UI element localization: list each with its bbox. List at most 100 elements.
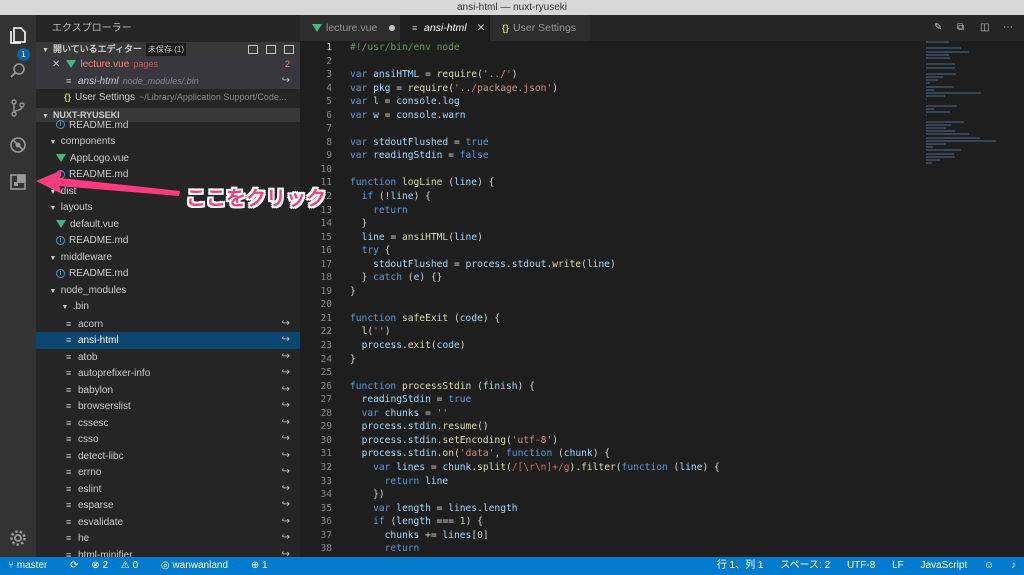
line-number: 28 — [320, 407, 332, 419]
file-icon: ≡ — [66, 384, 72, 395]
symlink-icon: ↪ — [281, 367, 290, 378]
code-token: { — [378, 245, 391, 257]
split-icon[interactable] — [266, 45, 276, 55]
code-token: logLine — [401, 177, 443, 189]
tree-item[interactable]: ▼ .bin — [36, 299, 300, 316]
tree-item[interactable]: i README.md — [36, 233, 300, 250]
tree-item[interactable]: i README.md — [36, 266, 300, 283]
tree-item[interactable]: ≡ csso ↪ — [36, 431, 300, 448]
tree-item[interactable]: i README.md — [36, 118, 300, 135]
tree-item[interactable]: ≡ ansi-html ↪ — [36, 332, 300, 349]
minimap-line — [926, 143, 947, 145]
eol[interactable]: LF — [892, 560, 904, 571]
tree-item[interactable]: ≡ he ↪ — [36, 530, 300, 547]
code-token: ) — [477, 231, 483, 243]
tree-item[interactable]: ≡ browserslist ↪ — [36, 398, 300, 415]
tree-item[interactable]: ≡ errno ↪ — [36, 464, 300, 481]
branch-item[interactable]: ⑂ master — [8, 560, 57, 571]
minimap-line — [926, 107, 935, 110]
tree-item[interactable]: ≡ html-minifier ↪ — [36, 547, 300, 558]
broadcast-item[interactable]: ⊕ 1 — [251, 560, 278, 571]
open-editor-ansi-html[interactable]: ≡ ansi-html node_modules/.bin ↪ — [36, 72, 300, 89]
code-token: ] — [482, 529, 489, 541]
tree-item[interactable]: ≡ babylon ↪ — [36, 382, 300, 399]
debug-icon[interactable] — [8, 135, 28, 155]
status-bar: ⑂ master ⟳ ⊗ 2 ⚠ 0 ◎ wanwanland ⊕ 1 行 1、… — [0, 557, 1024, 575]
sync-icon[interactable]: ⟳ — [70, 560, 78, 571]
tree-item[interactable]: AppLogo.vue — [36, 151, 300, 168]
annotation-text: ここをクリック — [186, 188, 326, 210]
line-number: 31 — [320, 448, 332, 460]
tree-item[interactable]: ≡ cssesc ↪ — [36, 415, 300, 432]
gear-icon[interactable] — [8, 528, 28, 548]
code-token: function — [621, 461, 668, 473]
line-number: 32 — [320, 461, 332, 473]
search-icon[interactable] — [8, 61, 28, 81]
close-all-icon[interactable] — [284, 45, 294, 55]
tab-user-settings[interactable]: {} User Settings — [490, 15, 590, 41]
explorer-sidebar: エクスプローラー ▼ 開いているエディター 未保存 (1) ✕ lecture.vue… — [36, 15, 300, 557]
indent-setting[interactable]: スペース: 2 — [780, 560, 830, 571]
tree-item[interactable]: ≡ esparse ↪ — [36, 497, 300, 514]
code-token: function — [350, 312, 402, 324]
file-icon: ≡ — [66, 549, 72, 558]
code-line: 8 var stdoutFlushed = true — [300, 136, 920, 150]
open-editors-header[interactable]: ▼ 開いているエディター 未保存 (1) — [36, 42, 300, 57]
close-icon[interactable]: ✕ — [52, 59, 60, 70]
tab-lecture-vue[interactable]: lecture.vue — [300, 15, 400, 41]
code-editor[interactable]: 1 #!/usr/bin/env node 2 3 var ansiHTML = req… — [300, 41, 920, 557]
tree-item-label: cssesc — [78, 417, 109, 429]
tree-item[interactable]: ≡ eslint ↪ — [36, 481, 300, 498]
open-editor-user-settings[interactable]: {} User Settings ~/Library/Application Sup… — [36, 89, 300, 106]
line-number: 29 — [320, 421, 332, 433]
code-token: = — [430, 394, 449, 406]
code-line: 7 — [300, 122, 920, 136]
save-all-icon[interactable] — [248, 45, 258, 55]
chevron-down-icon: ▼ — [49, 254, 57, 262]
more-icon[interactable]: ⋯ — [1003, 22, 1014, 33]
tree-item[interactable]: ▼ node_modules — [36, 283, 300, 300]
code-token: code — [436, 340, 460, 352]
editor-scrollbar[interactable] — [1012, 41, 1024, 557]
chevron-down-icon: ▼ — [49, 205, 57, 212]
bell-icon[interactable]: ♪ — [1011, 560, 1016, 571]
tree-item[interactable]: ≡ esvalidate ↪ — [36, 514, 300, 531]
live-share-item[interactable]: ◎ wanwanland — [161, 560, 238, 571]
problem-count: 2 — [284, 59, 290, 69]
tree-item[interactable]: ▼ middleware — [36, 250, 300, 267]
problems-item[interactable]: ⊗ 2 ⚠ 0 — [91, 560, 148, 571]
symlink-icon: ↪ — [281, 334, 290, 345]
language-mode[interactable]: JavaScript — [921, 560, 968, 571]
encoding[interactable]: UTF-8 — [847, 560, 875, 571]
open-editor-lecture[interactable]: ✕ lecture.vue pages 2 — [36, 56, 300, 73]
tree-item[interactable]: ≡ acorn ↪ — [36, 316, 300, 333]
pin-icon[interactable]: ✎ — [934, 22, 945, 33]
code-token: line — [390, 191, 414, 203]
split-editor-icon[interactable]: ◫ — [980, 22, 991, 33]
open-changes-icon[interactable]: ⧉ — [957, 22, 968, 33]
tree-item-label: detect-libc — [78, 450, 124, 462]
tree-item[interactable]: ≡ atob ↪ — [36, 349, 300, 366]
line-number: 35 — [320, 502, 332, 514]
smiley-icon[interactable]: ☺ — [984, 560, 994, 571]
tree-item[interactable]: ≡ detect-libc ↪ — [36, 448, 300, 465]
minimap[interactable] — [926, 41, 1006, 221]
activity-bar: 1 — [0, 15, 36, 557]
tab-ansi-html[interactable]: ≡ ansi-html ✕ — [400, 15, 490, 41]
unsaved-dot-icon[interactable] — [389, 25, 396, 32]
code-token: chunk — [442, 461, 472, 473]
tree-item[interactable]: default.vue — [36, 217, 300, 234]
tree-item[interactable]: ▼ components — [36, 134, 300, 151]
close-icon[interactable]: ✕ — [477, 22, 486, 34]
source-control-icon[interactable] — [8, 98, 28, 118]
code-token: require — [436, 69, 478, 81]
cursor-position[interactable]: 行 1、列 1 — [717, 560, 764, 571]
tree-item[interactable]: ≡ autoprefixer-info ↪ — [36, 365, 300, 382]
extensions-icon[interactable] — [8, 172, 28, 192]
files-icon[interactable] — [8, 25, 28, 45]
code-line: 30 process.stdin.setEncoding('utf-8') — [300, 434, 920, 448]
